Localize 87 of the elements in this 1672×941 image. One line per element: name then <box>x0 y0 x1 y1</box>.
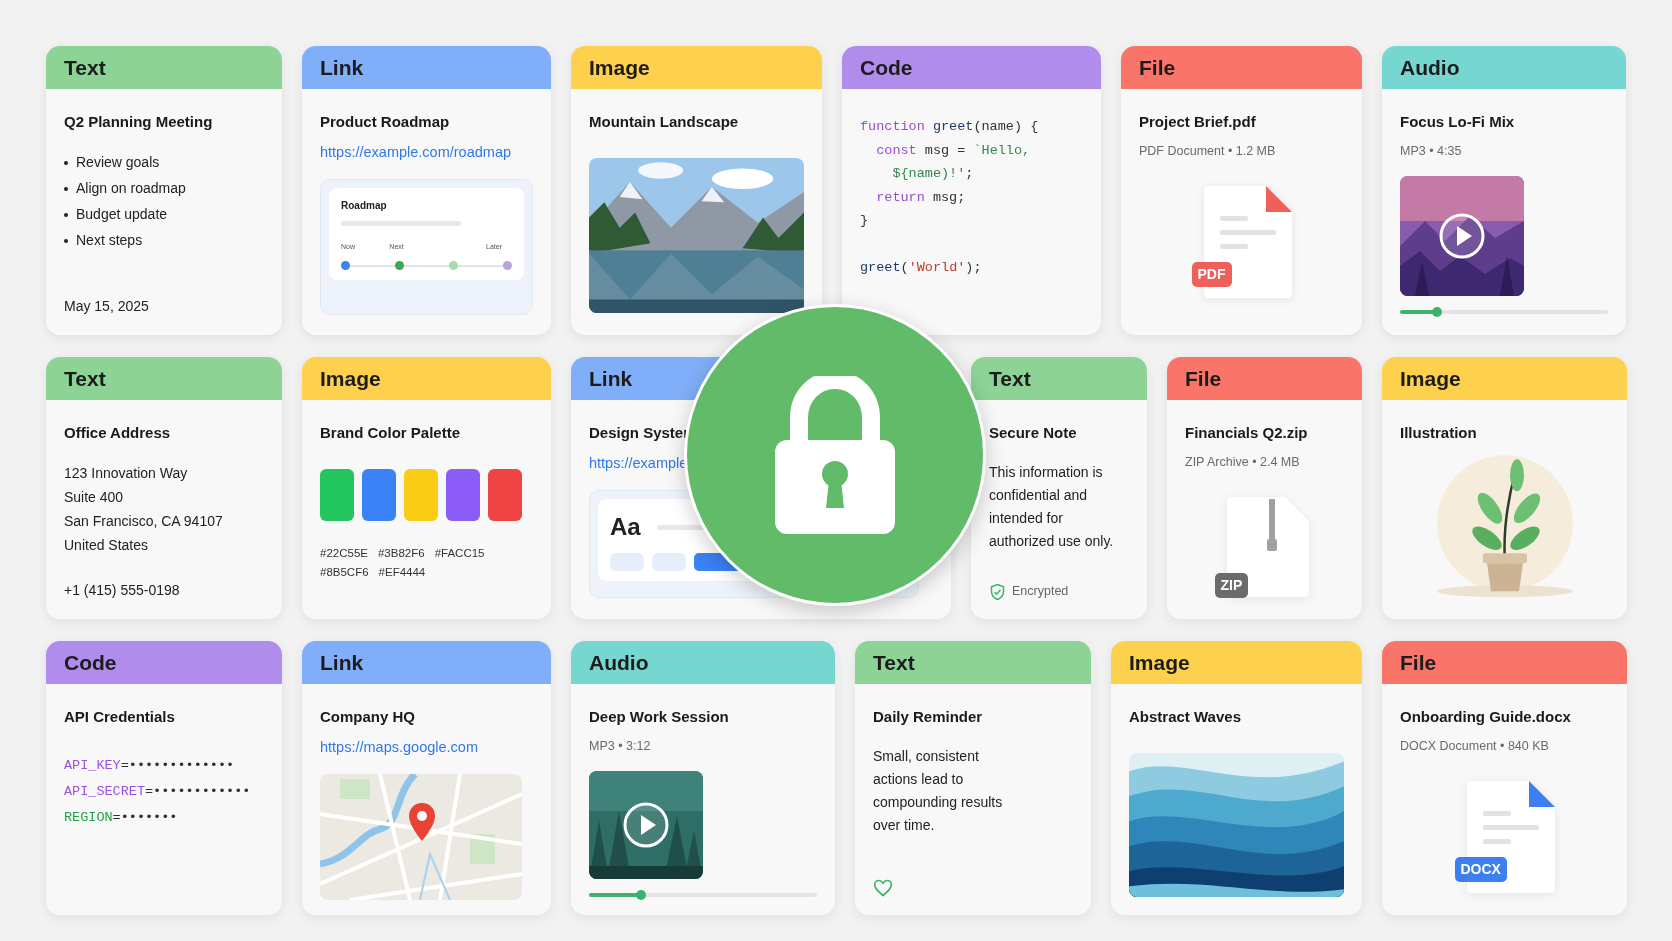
card-type-label: Link <box>302 641 551 684</box>
card-type-label: File <box>1121 46 1362 89</box>
card-title: Office Address <box>64 423 172 443</box>
card-type-label: Text <box>46 357 282 400</box>
slider-thumb[interactable] <box>1432 307 1443 318</box>
address-line: 123 Innovation Way <box>64 463 189 483</box>
bullet-icon <box>64 186 68 191</box>
list-item: Next steps <box>76 231 143 250</box>
card-title: Design Syster <box>589 423 691 443</box>
address-line: United States <box>64 535 150 555</box>
card-footer-text: Encrypted <box>1012 583 1069 601</box>
link[interactable]: https://example.com/roadmap <box>320 141 533 164</box>
card-title: Abstract Waves <box>1129 707 1242 727</box>
code-line: const msg = `Hello, <box>875 141 1032 160</box>
note-text: This information is confidential and intended for authorized use only. <box>989 462 1115 551</box>
card-type-label: Code <box>46 641 282 684</box>
file-type-badge: ZIP <box>1214 573 1249 599</box>
card-title: Brand Color Palette <box>320 423 462 443</box>
card-title: Project Brief.pdf <box>1139 112 1257 132</box>
card-type-label: Image <box>1111 641 1362 684</box>
card-footer-text: +1 (415) 555-0198 <box>64 581 180 600</box>
list-item: Budget update <box>76 205 168 224</box>
card-title: Secure Note <box>989 423 1078 443</box>
card-title: Mountain Landscape <box>589 112 740 132</box>
card-title: Onboarding Guide.docx <box>1400 707 1572 727</box>
note-text: Small, consistent actions lead to compounding results over time. <box>873 746 1004 835</box>
seek-slider[interactable] <box>1400 310 1608 315</box>
card-title: Company HQ <box>320 707 416 727</box>
type-sample: Aa <box>610 512 641 543</box>
audio-meta: MP3 • 4:35 <box>1400 142 1463 160</box>
shield-check-icon <box>989 582 1006 601</box>
env-line: REGION=••••••• <box>64 808 179 827</box>
file-meta: PDF Document • 1.2 MB <box>1139 142 1277 160</box>
lock-icon <box>775 376 895 534</box>
card-title: Financials Q2.zip <box>1185 423 1309 443</box>
card-type-label: Image <box>1382 357 1627 400</box>
card-title: Illustration <box>1400 423 1478 443</box>
code-line: } <box>860 212 870 230</box>
file-meta: DOCX Document • 840 KB <box>1400 737 1550 755</box>
code-line: return msg; <box>875 188 967 207</box>
hex-code: #FACC15 <box>434 545 485 561</box>
heart-icon[interactable] <box>873 879 893 897</box>
code-line: greet('World'); <box>860 258 983 277</box>
card-title: Focus Lo-Fi Mix <box>1400 112 1516 132</box>
card-footer-text: May 15, 2025 <box>64 297 149 316</box>
card-type-label: File <box>1167 357 1362 400</box>
hex-code: #3B82F6 <box>377 545 425 561</box>
env-line: API_KEY=••••••••••••• <box>64 756 236 775</box>
play-button[interactable] <box>1438 212 1486 261</box>
code-line: ${name)!'; <box>891 165 975 183</box>
card-title: Deep Work Session <box>589 707 730 727</box>
card-type-label: Code <box>842 46 1101 89</box>
list-item: Review goals <box>76 153 160 172</box>
hex-code: #22C55E <box>320 545 368 561</box>
card-type-label: Audio <box>571 641 835 684</box>
card-type-label: Image <box>302 357 551 400</box>
address-line: Suite 400 <box>64 487 125 507</box>
card-type-label: Text <box>971 357 1147 400</box>
code-line: function greet(name) { <box>860 118 1040 136</box>
slider-thumb[interactable] <box>636 890 647 901</box>
card-title: Q2 Planning Meeting <box>64 112 214 132</box>
address-line: San Francisco, CA 94107 <box>64 511 224 531</box>
audio-meta: MP3 • 3:12 <box>589 737 652 755</box>
list-item: Align on roadmap <box>76 179 186 198</box>
card-type-label: Text <box>855 641 1091 684</box>
env-line: API_SECRET=•••••••••••• <box>64 782 252 801</box>
bullet-icon <box>64 160 68 165</box>
seek-slider[interactable] <box>589 893 817 898</box>
card-title: API Credentials <box>64 707 176 727</box>
card-title: Daily Reminder <box>873 707 984 727</box>
card-type-label: Audio <box>1382 46 1626 89</box>
card-type-label: File <box>1382 641 1627 684</box>
bullet-icon <box>64 212 68 217</box>
card-type-label: Image <box>571 46 822 89</box>
map-pin-icon <box>408 802 436 843</box>
bullet-icon <box>64 238 68 243</box>
file-type-badge: DOCX <box>1454 857 1507 883</box>
preview-heading: Roadmap <box>341 199 388 214</box>
hex-code: #8B5CF6 <box>320 564 369 580</box>
link[interactable]: https://maps.google.com <box>320 736 533 759</box>
card-title: Product Roadmap <box>320 112 451 132</box>
hex-code: #EF4444 <box>378 564 426 580</box>
card-type-label: Text <box>46 46 282 89</box>
file-type-badge: PDF <box>1191 262 1232 288</box>
card-type-label: Link <box>302 46 551 89</box>
play-button[interactable] <box>622 801 670 850</box>
file-meta: ZIP Archive • 2.4 MB <box>1185 453 1301 471</box>
